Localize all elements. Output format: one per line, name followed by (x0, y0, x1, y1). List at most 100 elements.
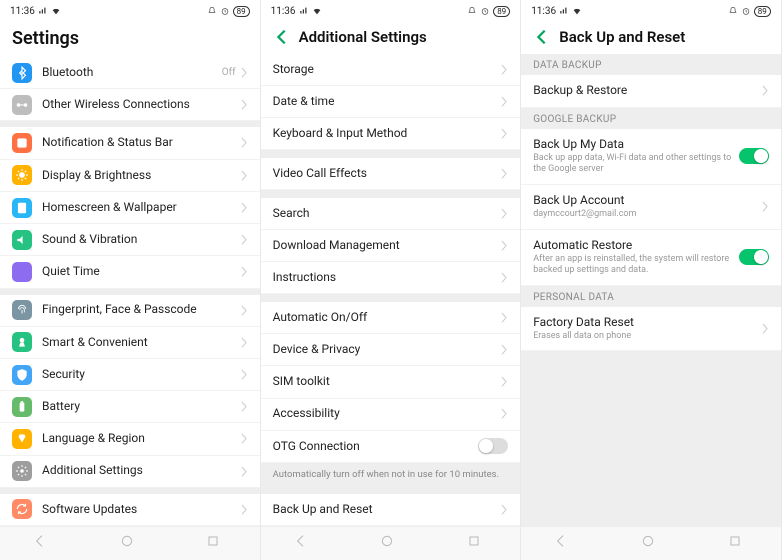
update-icon (12, 499, 32, 519)
fingerprint-icon (12, 300, 32, 320)
row-title: Back Up My Data (533, 137, 739, 153)
nav-recent[interactable] (205, 533, 227, 555)
list-row[interactable]: OTG Connection (261, 431, 521, 464)
nav-bar (0, 526, 260, 560)
chevron-right-icon (240, 137, 248, 149)
settings-list: DATA BACKUP Backup & Restore GOOGLE BACK… (521, 54, 781, 526)
row-subtitle: Back up app data, Wi-Fi data and other s… (533, 153, 739, 176)
list-row[interactable]: Video Call Effects (261, 158, 521, 190)
chevron-right-icon (500, 128, 508, 140)
row-title: SIM toolkit (273, 374, 501, 390)
clock: 11:36 (531, 6, 556, 17)
row-title: Accessibility (273, 406, 501, 422)
list-row[interactable]: Date & time (261, 86, 521, 118)
list-row[interactable]: Factory Data Reset Erases all data on ph… (521, 307, 781, 352)
row-title: Language & Region (42, 431, 240, 447)
row-title: Fingerprint, Face & Passcode (42, 302, 240, 318)
list-row[interactable]: Accessibility (261, 399, 521, 431)
list-row[interactable]: Sound & Vibration (0, 224, 260, 256)
list-row[interactable]: Keyboard & Input Method (261, 118, 521, 150)
nav-back[interactable] (293, 533, 315, 555)
page-title: Settings (12, 28, 79, 49)
page-title: Additional Settings (299, 28, 427, 46)
nav-recent[interactable] (466, 533, 488, 555)
nav-back[interactable] (32, 533, 54, 555)
toggle-off[interactable] (478, 438, 508, 454)
list-row[interactable]: Software Updates (0, 494, 260, 526)
chevron-right-icon (240, 465, 248, 477)
chevron-right-icon (240, 266, 248, 278)
row-subtitle: daymccourt2@gmail.com (533, 209, 761, 220)
list-row[interactable]: Security (0, 359, 260, 391)
list-row[interactable]: Notification & Status Bar (0, 127, 260, 159)
chevron-right-icon (240, 401, 248, 413)
list-row[interactable]: Automatic On/Off (261, 302, 521, 334)
list-row[interactable]: Language & Region (0, 423, 260, 455)
list-row[interactable]: Homescreen & Wallpaper (0, 192, 260, 224)
list-row[interactable]: Search (261, 198, 521, 230)
row-title: Factory Data Reset (533, 315, 761, 331)
row-title: Automatic On/Off (273, 310, 501, 326)
list-row[interactable]: Back Up and Reset (261, 494, 521, 526)
list-row[interactable]: Fingerprint, Face & Passcode (0, 295, 260, 327)
row-title: Instructions (273, 270, 501, 286)
list-row[interactable]: Other Wireless Connections (0, 89, 260, 121)
row-value: Off (222, 67, 236, 78)
chevron-right-icon (500, 168, 508, 180)
list-row[interactable]: Battery (0, 391, 260, 423)
row-subtitle: Erases all data on phone (533, 331, 761, 342)
row-title: OTG Connection (273, 439, 479, 455)
list-row[interactable]: Back Up My Data Back up app data, Wi-Fi … (521, 129, 781, 185)
back-button[interactable] (533, 28, 551, 46)
row-title: Additional Settings (42, 463, 240, 479)
alarm-icon (741, 6, 751, 16)
screen-additional: 11:36 89 Additional Settings Storage Dat… (261, 0, 522, 560)
chevron-right-icon (240, 99, 248, 111)
section-gap (261, 294, 521, 302)
list-row[interactable]: SIM toolkit (261, 366, 521, 398)
list-row[interactable]: Back Up Account daymccourt2@gmail.com (521, 185, 781, 230)
list-row[interactable]: Storage (261, 54, 521, 86)
chevron-right-icon (240, 369, 248, 381)
nav-recent[interactable] (727, 533, 749, 555)
nav-home[interactable] (119, 533, 141, 555)
chevron-right-icon (761, 201, 769, 213)
list-row[interactable]: Instructions (261, 262, 521, 294)
screen-header: Additional Settings (261, 22, 521, 54)
chevron-right-icon (500, 240, 508, 252)
nav-home[interactable] (379, 533, 401, 555)
back-button[interactable] (273, 28, 291, 46)
bell-icon (728, 6, 738, 16)
clock: 11:36 (271, 6, 296, 17)
list-row[interactable]: Automatic Restore After an app is reinst… (521, 230, 781, 286)
row-title: Automatic Restore (533, 238, 739, 254)
list-row[interactable]: Backup & Restore (521, 75, 781, 108)
toggle-on[interactable] (739, 148, 769, 164)
notif-icon (12, 133, 32, 153)
language-icon (12, 429, 32, 449)
chevron-right-icon (240, 201, 248, 213)
chevron-right-icon (500, 408, 508, 420)
row-title: Backup & Restore (533, 83, 761, 99)
list-row[interactable]: Download Management (261, 230, 521, 262)
list-row[interactable]: Additional Settings (0, 456, 260, 488)
chevron-right-icon (500, 376, 508, 388)
section-gap (261, 150, 521, 158)
alarm-icon (480, 6, 490, 16)
nav-back[interactable] (553, 533, 575, 555)
signal-icon (299, 6, 309, 16)
battery-pct: 89 (754, 6, 771, 17)
list-row[interactable]: Display & Brightness (0, 160, 260, 192)
chevron-right-icon (761, 323, 769, 335)
row-title: Back Up Account (533, 193, 761, 209)
nav-bar (521, 526, 781, 560)
list-row[interactable]: Smart & Convenient (0, 327, 260, 359)
list-row[interactable]: Device & Privacy (261, 334, 521, 366)
list-row[interactable]: Bluetooth Off (0, 57, 260, 89)
signal-icon (559, 6, 569, 16)
row-title: Date & time (273, 94, 501, 110)
battery-pct: 89 (493, 6, 510, 17)
nav-home[interactable] (640, 533, 662, 555)
list-row[interactable]: Quiet Time (0, 256, 260, 288)
toggle-on[interactable] (739, 249, 769, 265)
